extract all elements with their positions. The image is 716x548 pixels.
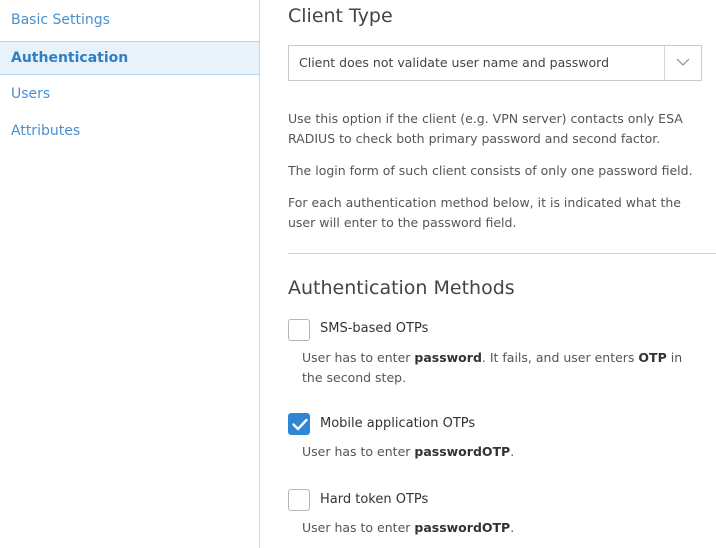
mobile-otp-checkbox[interactable] bbox=[288, 413, 310, 435]
mobile-otp-description: User has to enter passwordOTP. bbox=[302, 444, 515, 459]
client-type-select-value: Client does not validate user name and p… bbox=[299, 55, 610, 70]
hard-token-otp-label[interactable]: Hard token OTPs bbox=[320, 492, 428, 507]
client-type-heading: Client Type bbox=[288, 5, 393, 27]
sidebar-item-attributes[interactable]: Attributes bbox=[0, 114, 259, 148]
select-dropdown-toggle[interactable] bbox=[664, 46, 701, 80]
sms-otp-checkbox[interactable] bbox=[288, 319, 310, 341]
sms-otp-label[interactable]: SMS-based OTPs bbox=[320, 321, 428, 336]
sms-otp-description: User has to enter password. It fails, an… bbox=[302, 350, 683, 385]
auth-methods-heading: Authentication Methods bbox=[288, 277, 515, 299]
checkmark-icon bbox=[292, 418, 308, 431]
mobile-otp-label[interactable]: Mobile application OTPs bbox=[320, 416, 475, 431]
section-divider bbox=[288, 253, 716, 254]
auth-method-note: For each authentication method below, it… bbox=[288, 195, 681, 230]
sidebar-item-authentication[interactable]: Authentication bbox=[0, 41, 259, 75]
main-content: Client Type Client does not validate use… bbox=[288, 0, 716, 548]
sidebar: Basic Settings Authentication Users Attr… bbox=[0, 0, 260, 548]
sidebar-item-basic-settings[interactable]: Basic Settings bbox=[0, 3, 259, 37]
chevron-down-icon bbox=[676, 58, 690, 66]
hard-token-otp-checkbox[interactable] bbox=[288, 489, 310, 511]
client-type-description: Use this option if the client (e.g. VPN … bbox=[288, 111, 683, 146]
sidebar-item-users[interactable]: Users bbox=[0, 77, 259, 111]
client-type-select[interactable]: Client does not validate user name and p… bbox=[288, 45, 702, 81]
login-form-note: The login form of such client consists o… bbox=[288, 163, 693, 178]
hard-token-otp-description: User has to enter passwordOTP. bbox=[302, 520, 515, 535]
